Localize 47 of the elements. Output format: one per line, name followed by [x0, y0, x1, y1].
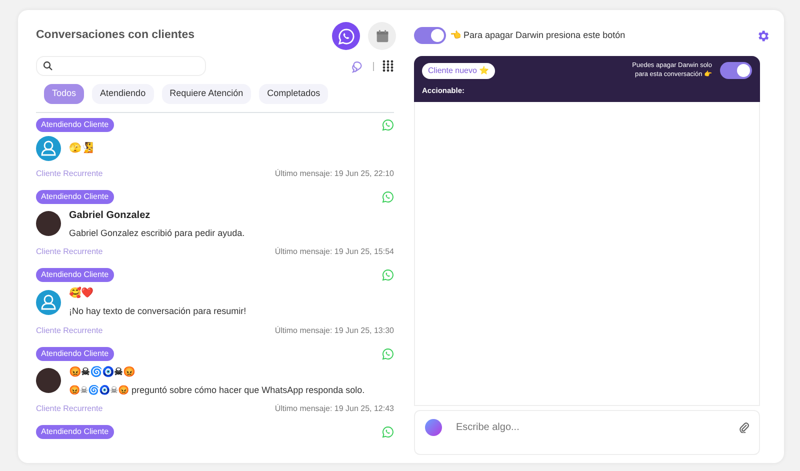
whatsapp-icon[interactable] [382, 190, 394, 202]
message-composer[interactable]: Escribe algo... [414, 410, 760, 455]
whatsapp-icon[interactable] [382, 269, 394, 281]
conversation-summary: ¡No hay texto de conversación para resumir! [69, 305, 246, 318]
status-badge: Atendiendo Cliente [36, 268, 114, 282]
user-avatar-icon [36, 290, 61, 315]
contact-name: 😡☠🌀🧿☠😡 [69, 365, 136, 380]
whatsapp-icon[interactable] [382, 118, 394, 130]
search-icon [43, 61, 53, 71]
client-type-label: Cliente Recurrente [36, 168, 103, 180]
last-message-time: Último mensaje: 19 Jun 25, 22:10 [274, 168, 394, 180]
status-badge: Atendiendo Cliente [36, 118, 114, 132]
client-type-label: Cliente Recurrente [36, 403, 103, 415]
photo-placeholder [36, 211, 61, 236]
bot-avatar-icon [425, 419, 442, 436]
channel-button[interactable] [368, 22, 396, 50]
last-message-time: Último mensaje: 19 Jun 25, 15:54 [274, 246, 394, 258]
contact-name: Gabriel Gonzalez [69, 208, 152, 222]
panel-title: Conversaciones con clientes [36, 28, 195, 44]
last-message-time: Último mensaje: 19 Jun 25, 12:43 [274, 403, 394, 415]
filter-tab[interactable]: Atendiendo [92, 84, 154, 104]
settings-icon[interactable] [756, 28, 770, 42]
status-badge: Atendiendo Cliente [36, 190, 114, 204]
client-type-label: Cliente Recurrente [36, 246, 103, 258]
contact-name: 🫣🧏 [69, 141, 93, 156]
status-badge: Atendiendo Cliente [36, 346, 114, 360]
filter-tab[interactable]: Requiere Atención [162, 84, 252, 104]
filter-tab[interactable]: Completados [259, 84, 328, 104]
client-tag[interactable]: Cliente nuevo ⭐ [422, 62, 496, 78]
toggle-switch[interactable] [414, 27, 446, 44]
whatsapp-icon[interactable] [382, 426, 394, 438]
grid-icon[interactable] [382, 60, 394, 72]
whatsapp-icon[interactable] [382, 348, 394, 360]
channel-button[interactable] [332, 22, 360, 50]
toggle-switch[interactable] [720, 62, 752, 79]
client-type-label: Cliente Recurrente [36, 324, 103, 336]
search-field[interactable] [36, 56, 206, 76]
user-avatar-icon [36, 136, 61, 161]
status-badge: Atendiendo Cliente [36, 425, 114, 439]
toggle-hint: 👈 Para apagar Darwin presiona este botón [450, 28, 626, 42]
conversation-summary: Gabriel Gonzalez escribió para pedir ayuda. [69, 226, 245, 240]
paperclip-icon[interactable] [739, 422, 749, 433]
photo-placeholder [36, 368, 61, 394]
contact-name: 🥰❤ [69, 286, 94, 301]
last-message-time: Último mensaje: 19 Jun 25, 13:30 [274, 324, 394, 336]
whatsapp-icon [338, 28, 354, 44]
conversation-summary: 😡☠🌀🧿☠😡 preguntó sobre cómo hacer que WhatsApp responda solo. [69, 384, 365, 397]
